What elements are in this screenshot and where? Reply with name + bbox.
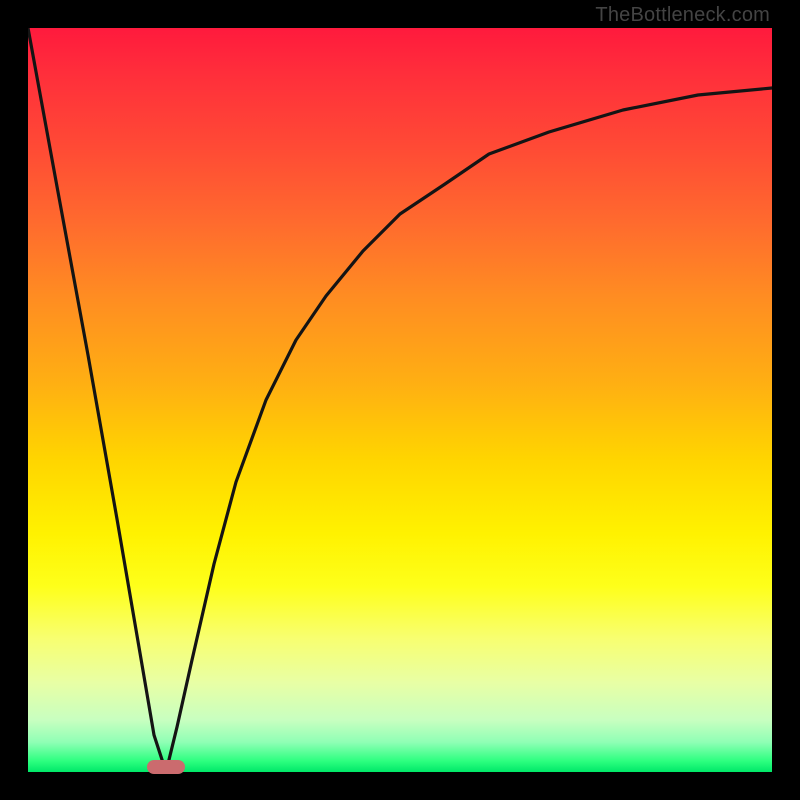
watermark-text: TheBottleneck.com — [595, 4, 770, 27]
bottleneck-curve — [28, 28, 772, 772]
optimal-marker — [147, 760, 185, 774]
curve-path — [28, 28, 772, 772]
chart-frame: TheBottleneck.com — [0, 0, 800, 800]
plot-area — [28, 28, 772, 772]
